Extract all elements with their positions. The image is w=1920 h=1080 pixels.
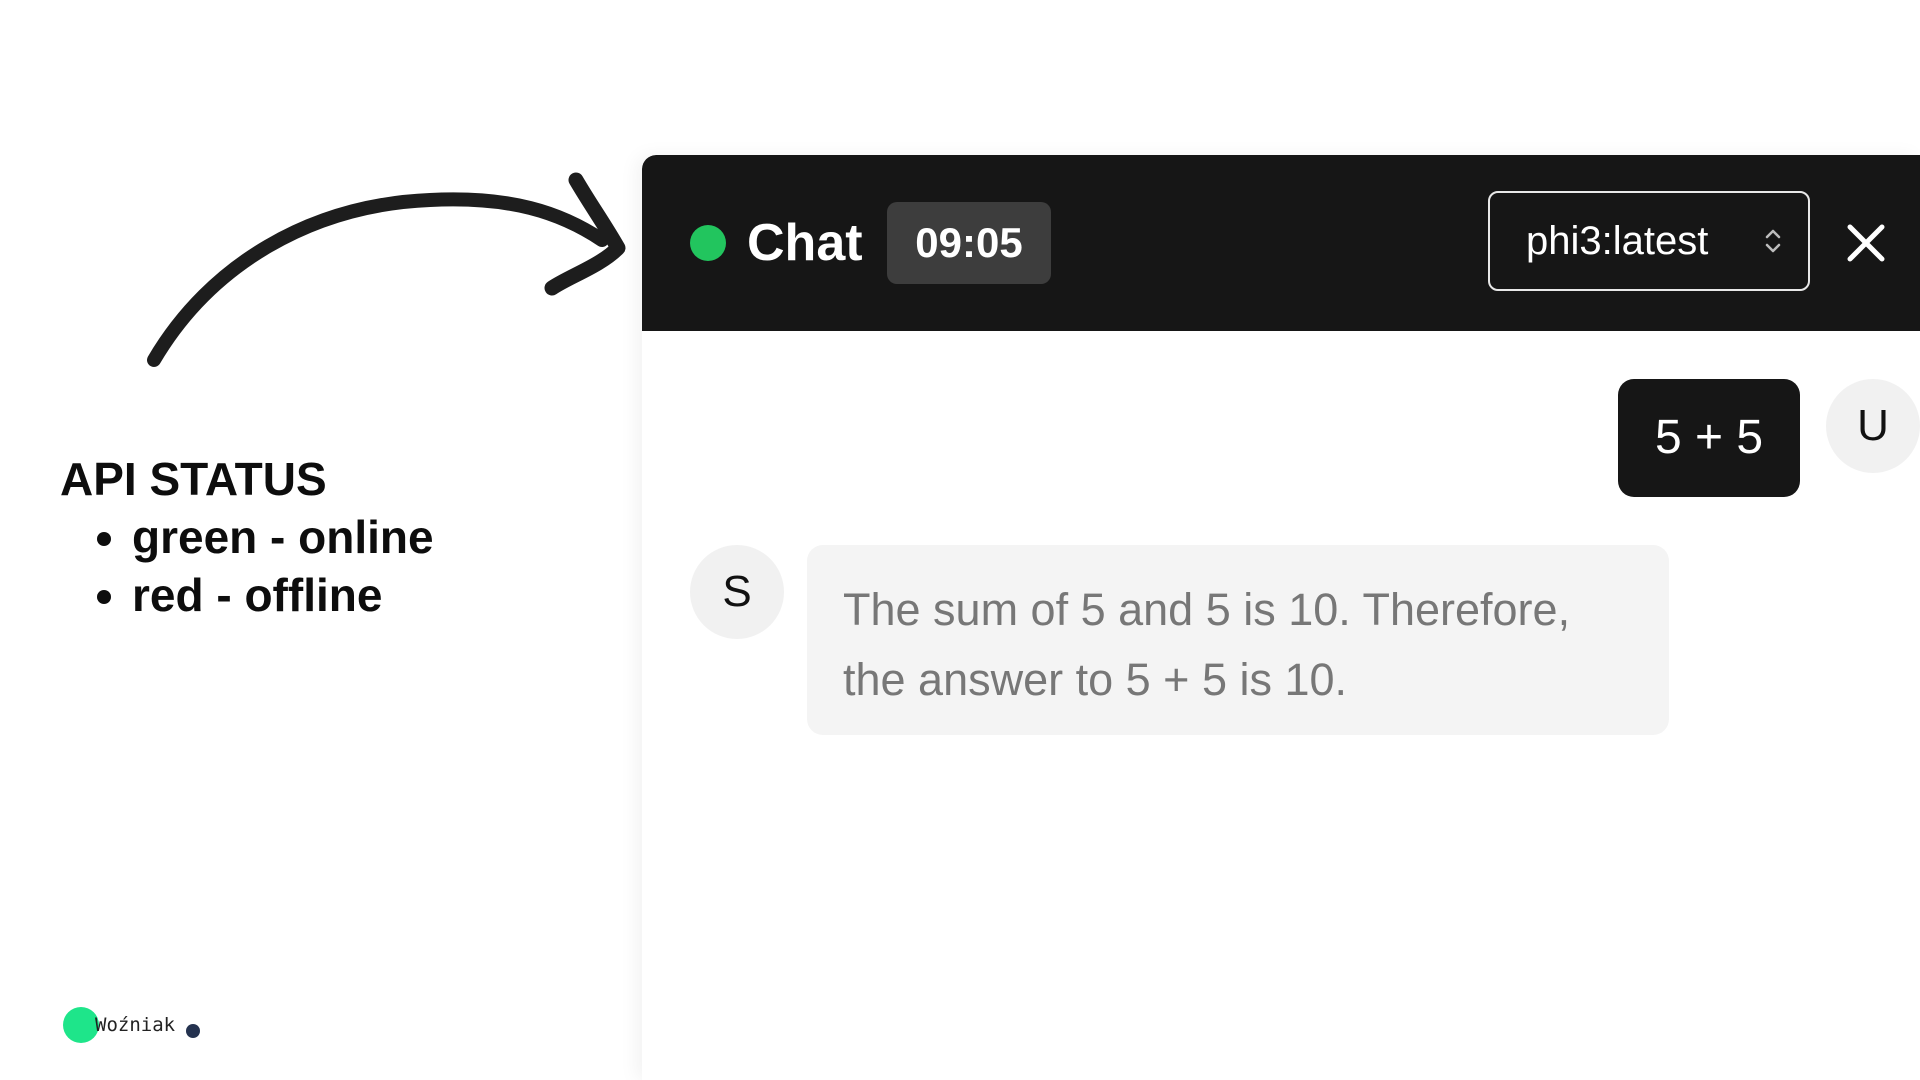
user-avatar: U — [1826, 379, 1920, 473]
brand-logo: Woźniak — [63, 1007, 223, 1043]
system-avatar: S — [690, 545, 784, 639]
brand-small-dot-icon — [186, 1024, 200, 1038]
api-status-list: green - online red - offline — [60, 508, 434, 624]
close-button[interactable] — [1838, 215, 1894, 271]
brand-dot-icon — [63, 1007, 99, 1043]
chat-title: Chat — [747, 214, 863, 272]
api-status-heading: API STATUS — [60, 453, 327, 505]
chat-header: Chat 09:05 phi3:latest — [642, 155, 1920, 331]
model-select-value: phi3:latest — [1526, 219, 1709, 263]
model-select[interactable]: phi3:latest — [1488, 191, 1810, 291]
close-icon — [1847, 224, 1885, 262]
annotation-arrow-icon — [147, 172, 626, 367]
status-dot-icon — [690, 225, 726, 261]
chat-panel: Chat 09:05 phi3:latest 5 + 5 U S The sum… — [642, 155, 1920, 1080]
api-status-item-green: green - online — [132, 508, 434, 566]
time-badge: 09:05 — [887, 202, 1051, 284]
assistant-message: The sum of 5 and 5 is 10. Therefore, the… — [807, 545, 1669, 735]
user-message: 5 + 5 — [1618, 379, 1800, 497]
message-list: 5 + 5 U S The sum of 5 and 5 is 10. Ther… — [642, 331, 1920, 1080]
api-status-item-red: red - offline — [132, 566, 434, 624]
api-status-note: API STATUS green - online red - offline — [60, 450, 434, 624]
chevron-updown-icon — [1765, 229, 1781, 253]
brand-name: Woźniak — [95, 1014, 176, 1036]
